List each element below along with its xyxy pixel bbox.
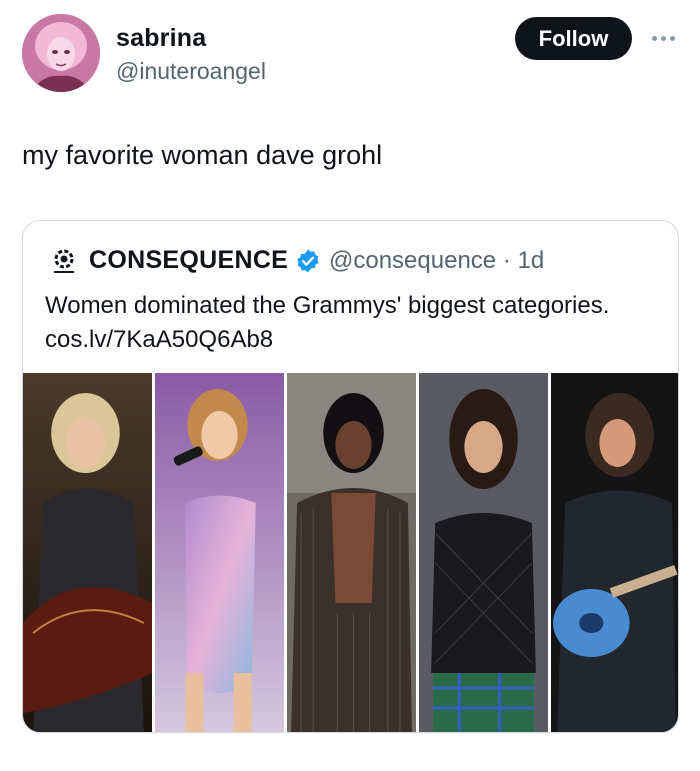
quoted-tweet-text: Women dominated the Grammys' biggest cat… <box>45 292 610 353</box>
tweet-header: sabrina @inuteroangel Follow <box>0 0 700 110</box>
photo-guitarist-1-image <box>23 373 152 732</box>
photo-grid[interactable] <box>23 373 678 732</box>
photo-guitarist-blue-image <box>551 373 678 732</box>
photo-singer-stripes-image <box>287 373 416 732</box>
dot <box>669 35 675 41</box>
dot <box>660 35 666 41</box>
quoted-author-name[interactable]: CONSEQUENCE <box>89 246 288 275</box>
photo-guitarist-blue[interactable] <box>551 373 678 732</box>
dot <box>651 35 657 41</box>
more-options-icon[interactable] <box>648 28 678 48</box>
consequence-logo-icon <box>54 249 74 273</box>
verified-badge-icon <box>297 249 319 273</box>
avatar-image <box>22 14 100 92</box>
photo-singer-stripes[interactable] <box>287 373 416 732</box>
user-handle[interactable]: @inuteroangel <box>116 58 266 85</box>
photo-singer-mesh[interactable] <box>419 373 548 732</box>
avatar[interactable] <box>22 14 100 92</box>
tweet-text: my favorite woman dave grohl <box>22 140 383 170</box>
follow-button[interactable]: Follow <box>515 17 632 60</box>
quoted-tweet-card[interactable]: CONSEQUENCE @consequence · 1d Women domi… <box>22 220 679 733</box>
photo-singer-mesh-image <box>419 373 548 732</box>
display-name[interactable]: sabrina <box>116 24 206 53</box>
photo-guitarist-1[interactable] <box>23 373 152 732</box>
photo-singer-sparkle-image <box>155 373 284 732</box>
consequence-logo[interactable] <box>45 243 83 281</box>
photo-singer-sparkle[interactable] <box>155 373 284 732</box>
quoted-handle-time[interactable]: @consequence · 1d <box>329 247 544 275</box>
